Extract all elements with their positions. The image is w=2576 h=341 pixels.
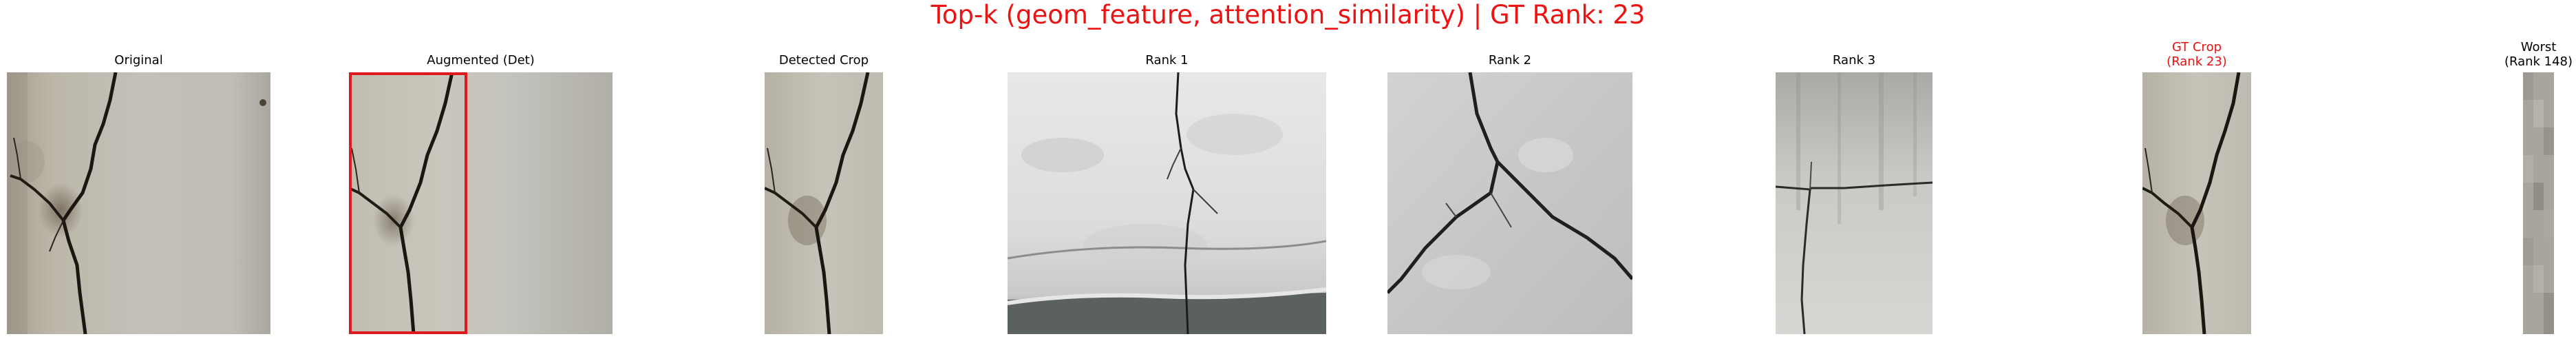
panel-title: Rank 1 bbox=[1145, 53, 1189, 68]
panel-title-gt: GT Crop (Rank 23) bbox=[2167, 40, 2227, 69]
panel-rank-2: Rank 2 bbox=[1387, 52, 1632, 334]
panel-worst: Worst (Rank 148) bbox=[2504, 38, 2573, 334]
detected-crop-image bbox=[765, 72, 883, 334]
panel-title: Worst (Rank 148) bbox=[2504, 40, 2573, 69]
panel-detected-crop: Detected Crop bbox=[765, 52, 883, 334]
figure-title: Top-k (geom_feature, attention_similarit… bbox=[930, 0, 1646, 30]
worst-image bbox=[2523, 72, 2554, 334]
rank-2-image bbox=[1387, 72, 1632, 334]
panel-rank-1: Rank 1 bbox=[1008, 52, 1326, 334]
panel-title: Rank 2 bbox=[1488, 53, 1532, 68]
panel-title: Original bbox=[114, 53, 163, 68]
rank-3-image bbox=[1776, 72, 1933, 334]
panel-augmented: Augmented (Det) bbox=[349, 52, 613, 334]
original-crack-image bbox=[7, 72, 270, 334]
panel-rank-3: Rank 3 bbox=[1776, 52, 1933, 334]
panel-title: Augmented (Det) bbox=[427, 53, 535, 68]
panel-original: Original bbox=[7, 52, 270, 334]
panel-gt-crop: GT Crop (Rank 23) bbox=[2142, 38, 2251, 334]
panel-title: Rank 3 bbox=[1832, 53, 1876, 68]
augmented-crack-image bbox=[349, 72, 613, 334]
panel-title: Detected Crop bbox=[778, 53, 869, 68]
gt-crop-image bbox=[2142, 72, 2251, 334]
rank-1-image bbox=[1008, 72, 1326, 334]
